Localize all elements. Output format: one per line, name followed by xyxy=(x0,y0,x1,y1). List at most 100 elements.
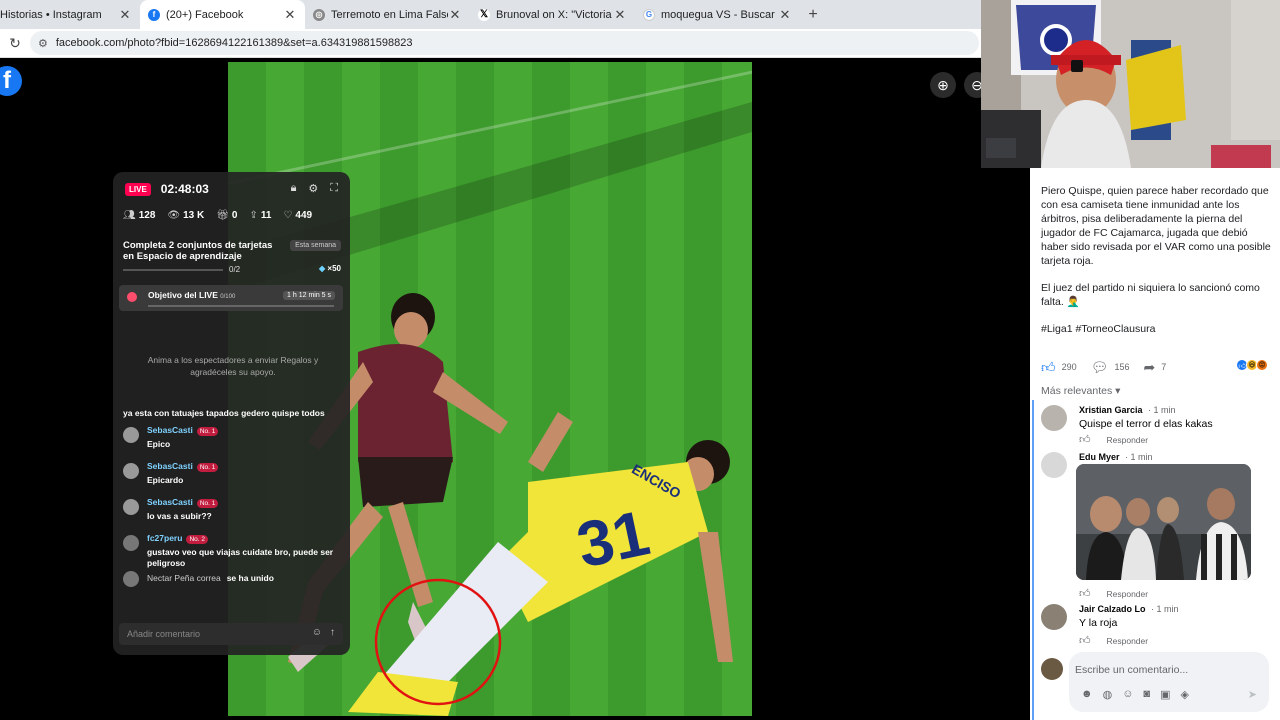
new-tab-icon[interactable]: + xyxy=(800,0,826,29)
tab-instagram[interactable]: Historias • Instagram ✕ xyxy=(0,0,140,29)
avatar[interactable] xyxy=(1041,604,1067,630)
tab-google-search[interactable]: G moquegua VS - Buscar con Goo ✕ xyxy=(635,0,800,29)
comment-image[interactable] xyxy=(1076,464,1251,580)
joined-username: Nectar Peña correa xyxy=(147,573,221,583)
live-panel: LIVE 02:48:03 🔒︎ ⚙ ⛶ 👥︎ 128 👁︎ 13 K 🎁︎ 0 ⇪ 1… xyxy=(113,172,350,655)
post-hashtags[interactable]: #Liga1 #TorneoClausura xyxy=(1041,322,1273,336)
reply-button[interactable]: Responder xyxy=(1107,589,1149,599)
live-comment-input[interactable]: Añadir comentario ☺ ↑ xyxy=(119,623,343,645)
chat-text: lo vas a subir?? xyxy=(147,511,212,521)
chat-username[interactable]: SebasCasti xyxy=(147,425,193,435)
chat-username[interactable]: SebasCasti xyxy=(147,497,193,507)
live-badge: LIVE xyxy=(125,182,151,196)
facebook-icon: f xyxy=(148,8,160,21)
gif-icon[interactable]: ▣ xyxy=(1160,688,1170,701)
sort-label: Más relevantes xyxy=(1041,385,1113,397)
reload-icon[interactable]: ↻ xyxy=(0,35,30,52)
rank-badge: No. 1 xyxy=(196,499,219,508)
likes-count: 449 xyxy=(295,210,313,221)
settings-icon[interactable]: ⚙ xyxy=(308,182,318,195)
post-panel: Piero Quispe, quien parece haber recorda… xyxy=(1030,168,1280,720)
avatar-sticker-icon[interactable]: ☻ xyxy=(1081,688,1093,701)
thread-line xyxy=(1032,400,1034,720)
close-icon[interactable]: ✕ xyxy=(613,7,627,23)
tab-label: moquegua VS - Buscar con Goo xyxy=(661,8,778,21)
tab-facebook[interactable]: f (20+) Facebook ✕ xyxy=(140,0,305,29)
sticker-icon[interactable]: ◍ xyxy=(1103,688,1113,701)
comment-text: Quispe el terror d elas kakas xyxy=(1079,418,1213,430)
share-button[interactable]: ➦ 7 xyxy=(1143,359,1166,376)
streamer-webcam xyxy=(981,0,1280,168)
reply-button[interactable]: Responder xyxy=(1107,636,1149,646)
chat-message: fc27peru No. 2 gustavo veo que viajas cui… xyxy=(123,533,345,569)
participants-icon: 👥︎ xyxy=(123,210,136,221)
join-notice: Nectar Peña correa se ha unido xyxy=(123,571,345,587)
avatar xyxy=(123,535,139,551)
sort-dropdown[interactable]: Más relevantes ▾ xyxy=(1041,385,1120,397)
task-reward-value: ×50 xyxy=(327,264,341,273)
webcam-overlay xyxy=(981,0,1280,168)
comment-button[interactable]: 💬︎ 156 xyxy=(1091,359,1130,376)
sticker-face-icon[interactable]: ◈ xyxy=(1180,688,1188,701)
comment-input-placeholder: Escribe un comentario... xyxy=(1075,664,1189,676)
site-info-icon[interactable]: ⚙ xyxy=(38,37,48,50)
tab-label: Brunoval on X: "Victoria y 3 pun xyxy=(496,8,613,21)
fullscreen-icon[interactable]: ⛶ xyxy=(330,182,338,195)
chevron-down-icon: ▾ xyxy=(1115,385,1121,397)
task-progress: 0/2 ◆ ×50 xyxy=(123,264,341,278)
thumbs-up-icon: 👍︎ xyxy=(1041,358,1056,375)
chat-username[interactable]: fc27peru xyxy=(147,533,182,543)
avatar xyxy=(123,571,139,587)
avatar xyxy=(123,463,139,479)
close-icon[interactable]: ✕ xyxy=(283,7,297,23)
share-count: 7 xyxy=(1161,362,1167,372)
task-progress-bar xyxy=(123,269,223,271)
like-icon[interactable]: 👍︎ xyxy=(1079,634,1091,647)
comment-author[interactable]: Edu Myer xyxy=(1079,452,1120,462)
comment-author[interactable]: Xristian Garcia xyxy=(1079,405,1143,415)
heart-icon: ♡ xyxy=(283,210,293,221)
lock-icon[interactable]: 🔒︎ xyxy=(291,182,297,195)
facebook-logo-icon[interactable]: f xyxy=(0,66,22,96)
comment-input[interactable]: Escribe un comentario... ☻ ◍ ☺ ◙ ▣ ◈ ➤ xyxy=(1069,652,1269,712)
close-icon[interactable]: ✕ xyxy=(778,7,792,23)
tab-x-brunoval[interactable]: 𝕏 Brunoval on X: "Victoria y 3 pun ✕ xyxy=(470,0,635,29)
avatar[interactable] xyxy=(1041,452,1067,478)
tab-label: (20+) Facebook xyxy=(166,8,244,21)
chat-message: SebasCasti No. 1 Epico xyxy=(123,425,345,455)
meme-image xyxy=(1076,464,1251,580)
live-goal[interactable]: Objetivo del LIVE 0/100 1 h 12 min 5 s xyxy=(119,285,343,311)
chat-username[interactable]: SebasCasti xyxy=(147,461,193,471)
send-icon[interactable]: ➤ xyxy=(1248,688,1257,701)
chat-text: gustavo veo que viajas cuidate bro, pued… xyxy=(147,547,334,568)
live-stats: 👥︎ 128 👁︎ 13 K 🎁︎ 0 ⇪ 11 ♡ 449 xyxy=(123,210,312,221)
post-paragraph: El juez del partido ni siquiera lo sanci… xyxy=(1041,282,1260,308)
like-icon[interactable]: 👍︎ xyxy=(1079,433,1091,446)
shares-count: 11 xyxy=(260,210,272,221)
goal-progress-bar xyxy=(148,305,334,307)
camera-icon[interactable]: ◙ xyxy=(1143,688,1150,701)
emoji-icon[interactable]: ☺ xyxy=(1122,688,1133,701)
comment-author[interactable]: Jair Calzado Lo xyxy=(1079,604,1146,614)
reactions-summary[interactable]: 👍︎ 😆︎ 😡︎ xyxy=(1236,359,1268,371)
avatar[interactable] xyxy=(1041,405,1067,431)
comment-icon: 💬︎ xyxy=(1090,358,1109,375)
close-icon[interactable]: ✕ xyxy=(118,7,132,23)
weekly-task[interactable]: Completa 2 conjuntos de tarjetas en Espa… xyxy=(123,240,341,262)
send-arrow-icon[interactable]: ↑ xyxy=(330,627,335,638)
like-icon[interactable]: 👍︎ xyxy=(1079,587,1091,600)
avatar xyxy=(123,499,139,515)
zoom-in-icon[interactable]: ⊕ xyxy=(930,72,956,98)
address-bar[interactable]: ⚙ facebook.com/photo?fbid=16286941221613… xyxy=(30,31,979,55)
comment-time: 1 min xyxy=(1156,604,1179,614)
tab-terremoto[interactable]: ◎ Terremoto en Lima Falso ✕ xyxy=(305,0,470,29)
close-icon[interactable]: ✕ xyxy=(448,7,462,23)
rose-icon xyxy=(127,292,137,302)
live-timer: 02:48:03 xyxy=(160,182,209,196)
like-button[interactable]: 👍︎ 290 xyxy=(1041,359,1077,376)
goal-count: 0/100 xyxy=(220,294,236,300)
emoji-icon[interactable]: ☺ xyxy=(312,627,322,638)
angry-reaction-icon: 😡︎ xyxy=(1256,359,1268,371)
reply-button[interactable]: Responder xyxy=(1107,435,1149,445)
comment-text: Y la roja xyxy=(1079,617,1118,629)
